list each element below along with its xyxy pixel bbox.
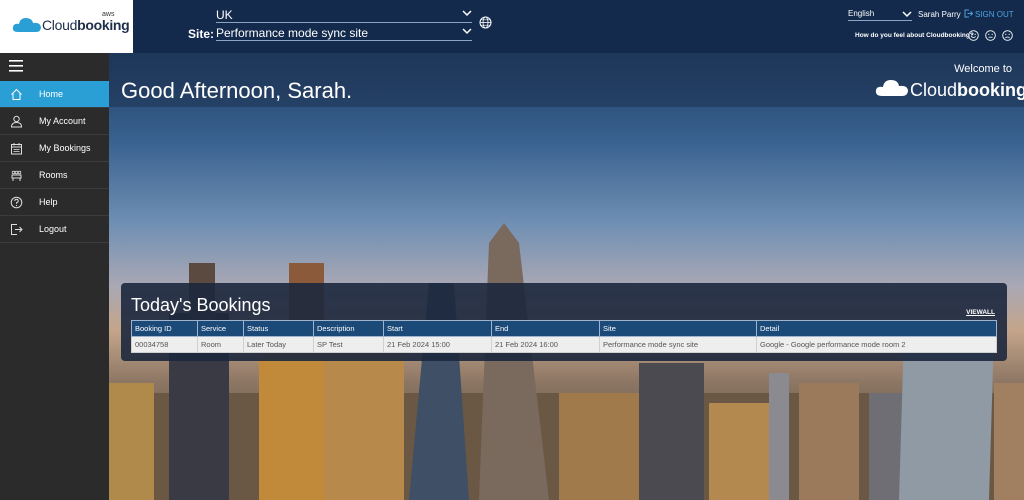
greeting-heading: Good Afternoon, Sarah. [121,78,353,103]
sidebar-item-rooms[interactable]: Rooms [0,162,109,189]
calendar-icon [11,143,22,155]
sign-out-link[interactable]: SIGN OUT [964,9,1014,19]
brand-wordmark: Cloudbooking [910,80,1024,100]
sidebar-item-label: Logout [39,224,67,234]
table-cell: Room [197,336,244,353]
chevron-down-icon [462,10,472,17]
help-icon [10,196,23,209]
column-header[interactable]: End [491,320,600,337]
bookings-title: Today's Bookings [131,295,271,315]
city-skyline-background [109,223,1024,500]
sidebar-item-label: Home [39,89,64,99]
user-icon [10,115,23,128]
sidebar-item-my-account[interactable]: My Account [0,108,109,135]
sidebar-item-label: Help [39,197,58,207]
table-cell: 21 Feb 2024 16:00 [491,336,600,353]
todays-bookings-panel: Today's Bookings VIEWALL Booking ID Serv… [121,283,1007,361]
language-value: English [848,9,875,18]
site-value: Performance mode sync site [216,26,369,40]
menu-icon[interactable] [9,60,23,72]
table-cell: Google - Google performance mode room 2 [756,336,997,353]
sidebar-item-home[interactable]: Home [0,81,109,108]
table-cell: 21 Feb 2024 15:00 [383,336,492,353]
table-cell: 00034758 [131,336,198,353]
site-select[interactable]: Performance mode sync site [216,26,472,41]
happy-face-icon[interactable] [968,30,979,41]
top-header: Cloudbooking aws UK Site: Performance mo… [0,0,1024,53]
sidebar: Home My Account My Bookings Rooms Help L… [0,53,109,500]
sad-face-icon[interactable] [1002,30,1013,41]
column-header[interactable]: Description [313,320,384,337]
chevron-down-icon [902,11,912,18]
logo-text: Cloudbooking [42,17,130,33]
chevron-down-icon [462,28,472,35]
globe-icon[interactable] [479,16,492,29]
sign-out-icon [964,9,973,18]
cloud-logo-icon [12,18,41,32]
table-cell: SP Test [313,336,384,353]
cloud-logo-icon [875,80,908,96]
logout-icon [11,224,23,235]
region-value: UK [216,8,233,22]
bookings-table: Booking ID Service Status Description St… [131,320,997,353]
table-cell: Performance mode sync site [599,336,757,353]
logo[interactable]: Cloudbooking aws [0,0,133,53]
main-content: Good Afternoon, Sarah. Welcome to Cloudb… [109,53,1024,500]
sidebar-item-logout[interactable]: Logout [0,216,109,243]
user-name: Sarah Parry [918,10,961,19]
site-label: Site: [188,27,215,41]
column-header[interactable]: Start [383,320,492,337]
sidebar-item-my-bookings[interactable]: My Bookings [0,135,109,162]
column-header[interactable]: Booking ID [131,320,198,337]
sidebar-item-label: Rooms [39,170,68,180]
column-header[interactable]: Site [599,320,757,337]
rooms-icon [11,170,22,181]
neutral-face-icon[interactable] [985,30,996,41]
view-all-link[interactable]: VIEWALL [966,309,995,316]
sidebar-item-help[interactable]: Help [0,189,109,216]
column-header[interactable]: Service [197,320,244,337]
language-select[interactable]: English [848,9,912,21]
sidebar-item-label: My Bookings [39,143,91,153]
table-row[interactable]: 00034758 Room Later Today SP Test 21 Feb… [131,336,997,353]
home-icon [11,88,22,100]
region-select[interactable]: UK [216,8,472,23]
column-header[interactable]: Status [243,320,314,337]
table-header-row: Booking ID Service Status Description St… [131,320,997,337]
welcome-to-label: Welcome to [954,63,1012,75]
column-header[interactable]: Detail [756,320,997,337]
feedback-prompt: How do you feel about Cloudbooking? [855,32,974,39]
sidebar-item-label: My Account [39,116,86,126]
table-cell: Later Today [243,336,314,353]
aws-badge: aws [102,11,115,18]
